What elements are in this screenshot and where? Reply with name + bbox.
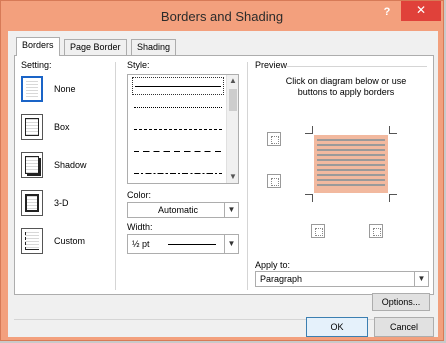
width-value: ½ pt — [132, 239, 150, 249]
apply-to-value: Paragraph — [260, 274, 303, 284]
help-button[interactable]: ? — [379, 4, 395, 20]
setting-custom[interactable]: Custom — [21, 228, 111, 256]
bottom-border-button[interactable] — [267, 174, 281, 188]
style-option-dotted[interactable] — [132, 99, 224, 117]
width-line-sample — [168, 244, 216, 245]
setting-none-label: None — [54, 84, 76, 94]
chevron-down-icon[interactable]: ▼ — [414, 272, 428, 286]
setting-shadow[interactable]: Shadow — [21, 152, 111, 180]
close-button[interactable]: ✕ — [401, 1, 441, 21]
preview-page — [314, 135, 388, 193]
color-value: Automatic — [158, 205, 199, 215]
setting-label: Setting: — [21, 60, 52, 70]
apply-to-label: Apply to: — [255, 260, 291, 270]
footer-rule — [14, 319, 434, 320]
ok-button[interactable]: OK — [306, 317, 368, 337]
divider — [115, 62, 116, 290]
dialog-title: Borders and Shading — [160, 9, 284, 24]
setting-box-icon — [21, 114, 43, 140]
scroll-thumb[interactable] — [229, 89, 237, 111]
preview-instruction: Click on diagram below or use buttons to… — [285, 76, 407, 97]
preview-label: Preview — [255, 60, 288, 70]
style-option-solid[interactable] — [132, 77, 224, 95]
width-dropdown[interactable]: ½ pt ▼ — [127, 234, 239, 254]
scroll-up-icon[interactable]: ▲ — [227, 75, 239, 87]
style-listbox[interactable]: ▲ ▼ — [127, 74, 239, 184]
cancel-button[interactable]: Cancel — [374, 317, 434, 337]
style-option-dash-small[interactable] — [132, 121, 224, 139]
dialog-client: Borders Page Border Shading Setting: Non… — [8, 31, 438, 337]
style-label: Style: — [127, 60, 150, 70]
borders-panel: Setting: None Box Shadow 3-D Custom Styl… — [14, 55, 434, 295]
width-label: Width: — [127, 222, 153, 232]
setting-3d-label: 3-D — [54, 198, 69, 208]
setting-none-icon — [21, 76, 43, 102]
top-border-button[interactable] — [267, 132, 281, 146]
preview-diagram[interactable] — [305, 126, 397, 202]
style-scrollbar[interactable]: ▲ ▼ — [226, 75, 238, 183]
scroll-down-icon[interactable]: ▼ — [227, 171, 239, 183]
style-option-dash-large[interactable] — [132, 143, 224, 161]
setting-3d-icon — [21, 190, 43, 216]
setting-shadow-label: Shadow — [54, 160, 87, 170]
setting-3d[interactable]: 3-D — [21, 190, 111, 218]
setting-custom-icon — [21, 228, 43, 254]
dialog-window: Borders and Shading ? ✕ Borders Page Bor… — [0, 0, 444, 341]
left-border-button[interactable] — [311, 224, 325, 238]
color-label: Color: — [127, 190, 152, 200]
chevron-down-icon[interactable]: ▼ — [224, 203, 238, 217]
setting-shadow-icon — [21, 152, 43, 178]
color-dropdown[interactable]: Automatic ▼ — [127, 202, 239, 218]
tab-borders[interactable]: Borders — [16, 37, 60, 56]
tab-shading[interactable]: Shading — [131, 39, 177, 55]
options-button[interactable]: Options... — [372, 293, 430, 311]
divider — [247, 62, 248, 290]
apply-to-dropdown[interactable]: Paragraph ▼ — [255, 271, 429, 287]
preview-rule — [287, 66, 427, 67]
setting-box[interactable]: Box — [21, 114, 111, 142]
tab-page-border[interactable]: Page Border — [64, 39, 127, 55]
setting-custom-label: Custom — [54, 236, 86, 246]
right-border-button[interactable] — [369, 224, 383, 238]
setting-box-label: Box — [54, 122, 70, 132]
style-option-dash-dot[interactable] — [132, 165, 224, 183]
chevron-down-icon[interactable]: ▼ — [224, 235, 238, 253]
title-bar[interactable]: Borders and Shading ? ✕ — [1, 1, 443, 31]
setting-none[interactable]: None — [21, 76, 111, 104]
